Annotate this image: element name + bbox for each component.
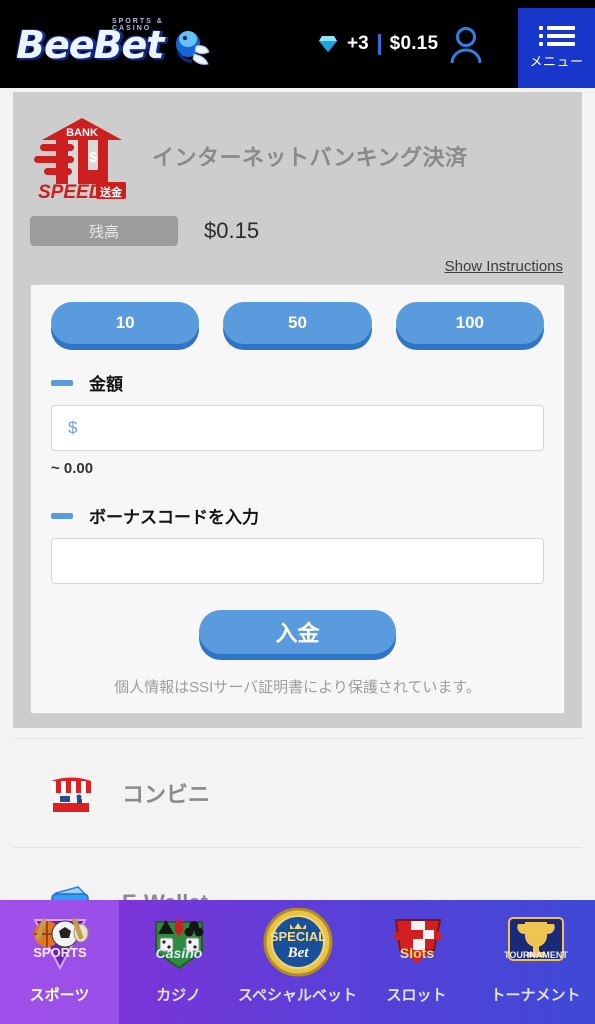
- amount-input[interactable]: [51, 405, 544, 451]
- content-scroll-area[interactable]: BANK $ SPEED 送金 インターネットバンキング決済 残高 $0.15 …: [0, 88, 595, 900]
- konbini-label: コンビニ: [122, 782, 211, 807]
- nav-item-casino[interactable]: Casino カジノ: [119, 900, 238, 1024]
- bottom-navigation: SPORTS スポーツ Casino カジノ SPECIAL Bet スペシャル…: [0, 900, 595, 1024]
- speed-bank-logo-icon: BANK $ SPEED 送金: [30, 110, 134, 203]
- header-divider: [377, 33, 381, 55]
- svg-text:SPORTS: SPORTS: [33, 945, 87, 960]
- amount-approx-value: ~ 0.00: [51, 460, 94, 477]
- diamond-count: +3: [347, 33, 369, 54]
- bee-mascot-icon: [176, 31, 210, 65]
- svg-text:TOURNAMENT: TOURNAMENT: [504, 950, 568, 960]
- deposit-submit-button[interactable]: 入金: [199, 610, 396, 654]
- quick-amount-buttons: 10 50 100: [51, 302, 544, 344]
- bonus-code-input[interactable]: [51, 538, 544, 584]
- amount-field-label: 金額: [51, 370, 544, 395]
- svg-text:Casino: Casino: [155, 945, 202, 961]
- slots-icon: Slots: [393, 919, 442, 964]
- quick-amount-10[interactable]: 10: [51, 302, 200, 344]
- svg-text:$: $: [89, 149, 98, 166]
- quick-amount-50[interactable]: 50: [223, 302, 372, 344]
- balance-label-badge: 残高: [30, 216, 178, 246]
- sports-icon: SPORTS: [33, 918, 88, 971]
- payment-method-header[interactable]: BANK $ SPEED 送金 インターネットバンキング決済: [30, 108, 565, 204]
- balance-amount: $0.15: [204, 218, 260, 243]
- amount-label-text: 金額: [89, 375, 123, 394]
- beebet-logo[interactable]: SPORTS & CASINO BeeBet: [16, 14, 210, 76]
- header-balance-group[interactable]: +3 $0.15: [318, 0, 438, 88]
- svg-text:Bet: Bet: [286, 945, 309, 961]
- svg-text:送金: 送金: [99, 185, 123, 199]
- special-bet-icon: SPECIAL Bet: [263, 908, 332, 977]
- nav-item-slots[interactable]: Slots スロット: [357, 900, 476, 1024]
- bonus-field-label: ボーナスコードを入力: [51, 503, 544, 528]
- nav-label-slots: スロット: [386, 987, 447, 1004]
- dash-marker-icon: [51, 512, 73, 519]
- payment-method-title: インターネットバンキング決済: [152, 145, 468, 170]
- svg-text:SPECIAL: SPECIAL: [269, 929, 325, 944]
- nav-label-casino: カジノ: [156, 987, 201, 1004]
- user-icon[interactable]: [448, 26, 484, 64]
- tournament-icon: TOURNAMENT: [504, 917, 568, 961]
- ewallet-label: E-Wallet: [122, 890, 208, 901]
- payment-method-konbini[interactable]: コンビニ: [13, 738, 582, 848]
- hamburger-list-icon: [538, 26, 575, 46]
- nav-label-tournament: トーナメント: [490, 987, 581, 1004]
- quick-amount-100[interactable]: 100: [395, 302, 544, 344]
- menu-button[interactable]: メニュー: [518, 8, 595, 88]
- nav-label-sports: スポーツ: [29, 987, 90, 1004]
- header-balance-value: $0.15: [389, 33, 439, 54]
- svg-text:BANK: BANK: [66, 127, 98, 139]
- bonus-label-text: ボーナスコードを入力: [89, 508, 259, 527]
- nav-item-special-bet[interactable]: SPECIAL Bet スペシャルベット: [238, 900, 357, 1024]
- casino-icon: Casino: [154, 918, 203, 970]
- diamond-icon: [319, 36, 337, 52]
- dash-marker-icon: [51, 379, 73, 386]
- wallet-icon: [48, 881, 94, 900]
- deposit-form: 10 50 100 金額 ~ 0.00 ボーナスコードを入力: [30, 284, 565, 714]
- payment-method-ewallet[interactable]: E-Wallet: [13, 848, 582, 900]
- nav-item-tournament[interactable]: TOURNAMENT トーナメント: [476, 900, 595, 1024]
- security-note: 個人情報はSSIサーバ証明書により保護されています。: [114, 679, 481, 696]
- app-root: SPORTS & CASINO BeeBet +3 $0.15 メニュー BAN…: [0, 0, 595, 1024]
- svg-text:Slots: Slots: [399, 945, 433, 961]
- balance-row: 残高 $0.15: [30, 216, 565, 246]
- site-header: SPORTS & CASINO BeeBet +3 $0.15 メニュー: [0, 0, 595, 88]
- nav-label-special-bet: スペシャルベット: [238, 987, 357, 1004]
- instructions-row: Show Instructions: [30, 258, 565, 275]
- submit-row: 入金: [51, 610, 544, 654]
- menu-button-label: メニュー: [529, 54, 584, 69]
- payment-method-internet-banking: BANK $ SPEED 送金 インターネットバンキング決済 残高 $0.15 …: [13, 92, 582, 728]
- nav-item-sports[interactable]: SPORTS スポーツ: [0, 900, 119, 1024]
- show-instructions-link[interactable]: Show Instructions: [445, 258, 563, 275]
- svg-text:SPEED: SPEED: [38, 182, 103, 202]
- convenience-store-icon: [48, 771, 94, 815]
